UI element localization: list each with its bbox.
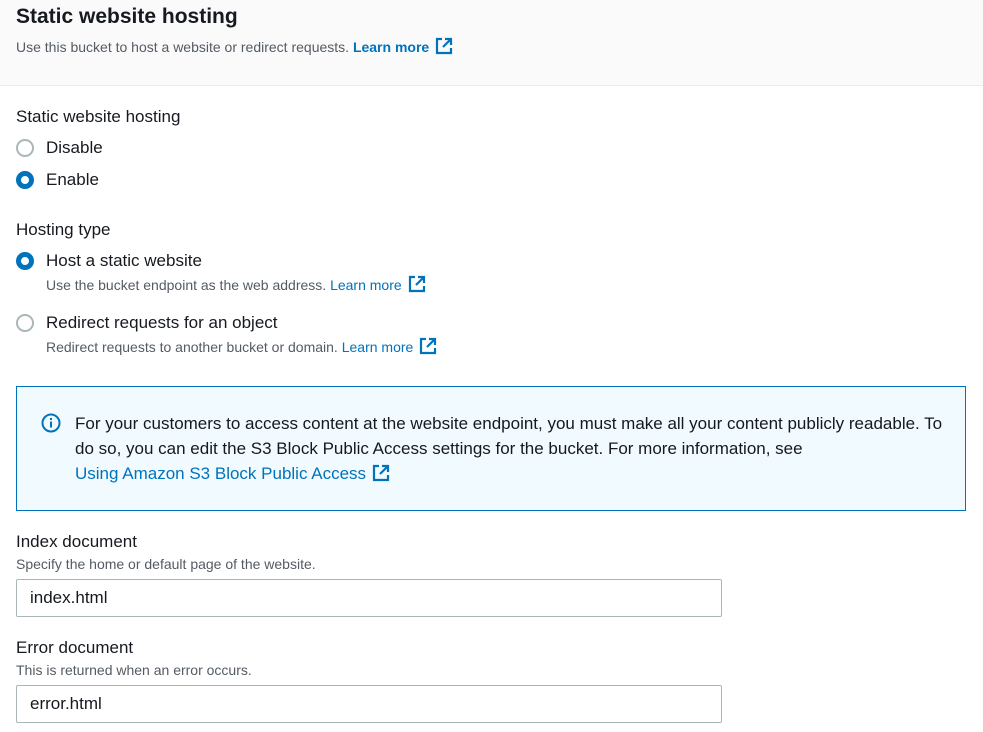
host-static-learn-more-label: Learn more	[330, 277, 402, 293]
info-alert: For your customers to access content at …	[16, 386, 966, 511]
index-document-input[interactable]	[16, 579, 722, 617]
host-static-learn-more-link[interactable]: Learn more	[330, 275, 426, 293]
radio-redirect-requests-control[interactable]	[16, 314, 34, 332]
radio-enable[interactable]: Enable	[16, 168, 99, 192]
section-description: Use this bucket to host a website or red…	[16, 37, 453, 57]
host-static-website-description: Use the bucket endpoint as the web addre…	[46, 275, 426, 295]
external-link-icon	[408, 275, 425, 293]
radio-host-static-website-label: Host a static website	[46, 251, 202, 270]
hosting-type-label: Hosting type	[16, 220, 111, 239]
header-learn-more-label: Learn more	[352, 39, 430, 55]
error-document-description: This is returned when an error occurs.	[16, 662, 252, 678]
hosting-toggle-label: Static website hosting	[16, 107, 181, 126]
radio-host-static-website-control[interactable]	[16, 252, 34, 270]
radio-disable-label: Disable	[46, 138, 103, 157]
host-static-website-description-text: Use the bucket endpoint as the web addre…	[46, 277, 327, 293]
info-alert-text: For your customers to access content at …	[75, 411, 945, 486]
radio-redirect-requests-label: Redirect requests for an object	[46, 313, 278, 332]
radio-host-static-website[interactable]: Host a static website	[16, 249, 202, 273]
redirect-requests-description: Redirect requests to another bucket or d…	[46, 337, 437, 357]
radio-disable-control[interactable]	[16, 139, 34, 157]
index-document-description: Specify the home or default page of the …	[16, 556, 316, 572]
external-link-icon	[420, 337, 437, 355]
info-alert-message: For your customers to access content at …	[75, 414, 943, 458]
external-link-icon	[436, 37, 453, 55]
radio-enable-label: Enable	[46, 170, 99, 189]
index-document-label: Index document	[16, 532, 137, 551]
radio-redirect-requests[interactable]: Redirect requests for an object	[16, 311, 278, 335]
section-description-text: Use this bucket to host a website or red…	[16, 39, 350, 55]
external-link-icon	[372, 464, 390, 482]
section-title: Static website hosting	[16, 5, 238, 28]
error-document-input[interactable]	[16, 685, 722, 723]
redirect-requests-description-text: Redirect requests to another bucket or d…	[46, 339, 338, 355]
block-public-access-link[interactable]: Using Amazon S3 Block Public Access	[75, 464, 390, 483]
info-icon	[41, 413, 61, 433]
redirect-learn-more-link[interactable]: Learn more	[341, 337, 438, 355]
section-header: Static website hosting Use this bucket t…	[0, 0, 983, 86]
header-learn-more-link[interactable]: Learn more	[352, 37, 453, 55]
block-public-access-link-label: Using Amazon S3 Block Public Access	[75, 464, 367, 483]
error-document-label: Error document	[16, 638, 134, 657]
redirect-learn-more-label: Learn more	[341, 339, 414, 355]
radio-disable[interactable]: Disable	[16, 136, 103, 160]
radio-enable-control[interactable]	[16, 171, 34, 189]
